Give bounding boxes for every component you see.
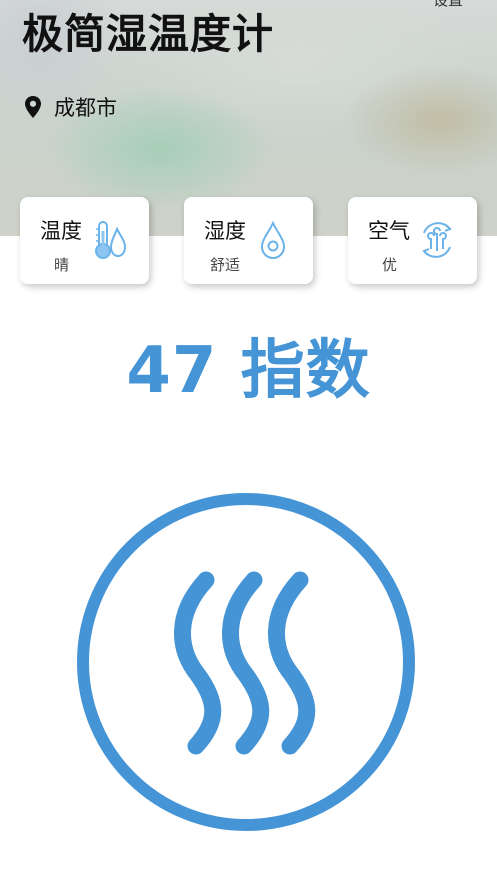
humidity-card-status: 舒适: [210, 256, 241, 274]
air-card-title: 空气: [368, 219, 410, 243]
index-label: 指数: [240, 334, 371, 408]
air-card-status: 优: [382, 256, 398, 274]
index-value: 47: [126, 334, 218, 408]
temperature-card-title: 温度: [40, 219, 82, 243]
air-cycle-icon: [422, 222, 452, 258]
humidity-waves-icon: [77, 493, 415, 831]
air-card[interactable]: 空气 优: [348, 197, 477, 284]
temperature-card-status: 晴: [54, 256, 70, 274]
humidity-card-title: 湿度: [204, 219, 246, 243]
location-row[interactable]: 成都市: [24, 92, 117, 122]
app-title: 极简湿温度计: [22, 10, 274, 58]
water-drop-icon: [260, 220, 286, 260]
location-label: 成都市: [54, 96, 117, 120]
humidity-card[interactable]: 湿度 舒适: [184, 197, 313, 284]
map-pin-icon: [25, 96, 41, 118]
settings-link[interactable]: 设置: [433, 0, 463, 10]
temperature-card[interactable]: 温度 晴: [20, 197, 149, 284]
comfort-index-display: 47 指数: [0, 330, 497, 412]
thermometer-drop-icon: [95, 221, 127, 259]
